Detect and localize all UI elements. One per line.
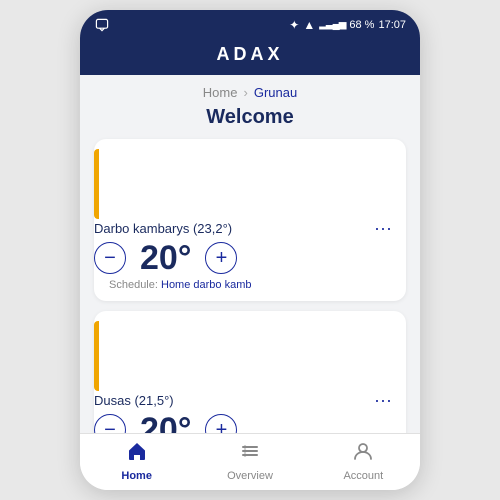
nav-label-overview: Overview (227, 470, 273, 482)
card-schedule-1: Schedule: Home darbo kamb (94, 279, 392, 291)
bottom-nav: Home Overview (80, 433, 420, 490)
home-icon (126, 440, 148, 468)
overview-icon (239, 440, 261, 468)
wifi-icon: ▲ (303, 18, 315, 32)
nav-label-account: Account (343, 470, 383, 482)
increase-btn-1[interactable]: + (205, 242, 237, 274)
card-accent-2 (94, 321, 99, 391)
card-title-1: Darbo kambarys (23,2°) (94, 221, 232, 236)
device-card-2: Dusas (21,5°) ··· − 20° + Schedule: Dusa… (94, 311, 406, 433)
card-more-2[interactable]: ··· (368, 391, 392, 409)
decrease-btn-2[interactable]: − (94, 414, 126, 433)
status-left (94, 17, 110, 33)
card-title-row-1: Darbo kambarys (23,2°) ··· (94, 219, 392, 237)
card-controls-1: − 20° + (94, 241, 392, 275)
decrease-btn-1[interactable]: − (94, 242, 126, 274)
time-label: 17:07 (378, 19, 406, 31)
increase-btn-2[interactable]: + (205, 414, 237, 433)
schedule-link-1[interactable]: Home darbo kamb (161, 279, 252, 291)
signal-icon: ▂▃▄▅ (319, 19, 345, 30)
account-icon (352, 440, 374, 468)
nav-item-home[interactable]: Home (80, 440, 193, 482)
card-controls-2: − 20° + (94, 413, 392, 433)
schedule-label-1: Schedule: (109, 279, 158, 291)
status-bar: ✦ ▲ ▂▃▄▅ 68 % 17:07 (80, 10, 420, 38)
card-body-2: Dusas (21,5°) ··· − 20° + Schedule: Dusa… (94, 391, 392, 433)
nav-item-account[interactable]: Account (307, 440, 420, 482)
card-title-2: Dusas (21,5°) (94, 393, 174, 408)
card-accent-1 (94, 149, 99, 219)
app-logo: ADAX (80, 44, 420, 65)
nav-item-overview[interactable]: Overview (193, 440, 306, 482)
app-header: ADAX (80, 38, 420, 75)
card-temp-1: 20° (140, 241, 191, 275)
breadcrumb-home: Home (203, 85, 238, 100)
bluetooth-icon: ✦ (289, 18, 299, 32)
breadcrumb-separator: › (243, 85, 247, 100)
breadcrumb-current[interactable]: Grunau (254, 85, 297, 100)
status-right: ✦ ▲ ▂▃▄▅ 68 % 17:07 (289, 18, 406, 32)
card-more-1[interactable]: ··· (368, 219, 392, 237)
welcome-title: Welcome (80, 102, 420, 139)
notification-icon (94, 17, 110, 33)
device-card-1: Darbo kambarys (23,2°) ··· − 20° + Sched… (94, 139, 406, 301)
breadcrumb: Home › Grunau (80, 75, 420, 102)
card-temp-2: 20° (140, 413, 191, 433)
nav-label-home: Home (121, 470, 152, 482)
card-body-1: Darbo kambarys (23,2°) ··· − 20° + Sched… (94, 219, 392, 291)
phone-frame: ✦ ▲ ▂▃▄▅ 68 % 17:07 ADAX Home › Grunau W… (80, 10, 420, 490)
card-title-row-2: Dusas (21,5°) ··· (94, 391, 392, 409)
main-content: Home › Grunau Welcome Darbo kambarys (23… (80, 75, 420, 433)
battery-label: 68 % (349, 19, 374, 31)
